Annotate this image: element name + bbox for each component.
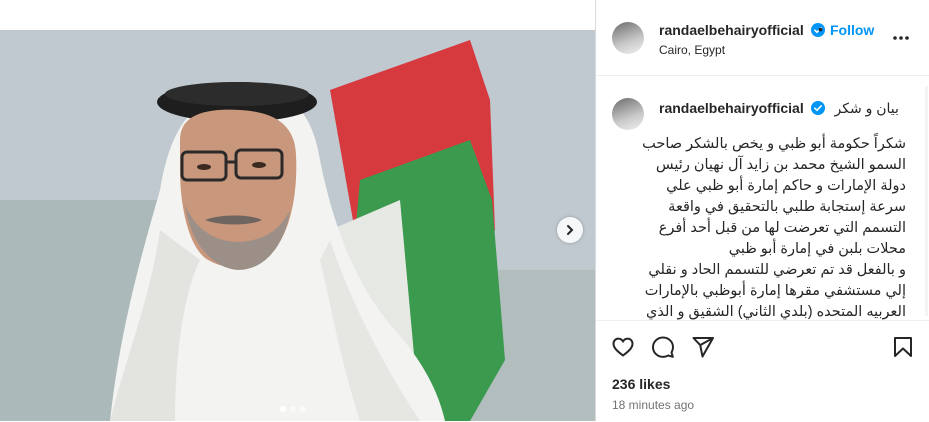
caption-text: شكراً حكومة أبو ظبي و يخص بالشكر صاحب ال… [642, 136, 906, 320]
more-horizontal-icon[interactable] [892, 29, 910, 47]
heart-icon[interactable] [611, 335, 635, 359]
post-header: randaelbehairyofficial • Follow Cairo, E… [596, 0, 929, 76]
avatar[interactable] [612, 98, 644, 130]
caption-username[interactable]: randaelbehairyofficial [659, 100, 804, 116]
post-actions: 236 likes 18 minutes ago [596, 320, 929, 422]
comment-icon[interactable] [651, 335, 675, 359]
like-count[interactable]: 236 likes [612, 376, 670, 392]
caption-title: بيان و شكر [834, 100, 899, 116]
caption-header: randaelbehairyofficial بيان و شكر [659, 100, 899, 117]
caption-area[interactable]: randaelbehairyofficial بيان و شكر شكراً … [596, 76, 929, 320]
location-link[interactable]: Cairo, Egypt [659, 43, 725, 57]
next-image-button[interactable] [557, 217, 583, 243]
avatar[interactable] [612, 22, 644, 54]
verified-badge-icon [810, 101, 825, 115]
chevron-right-icon [567, 225, 574, 235]
carousel-dots [280, 406, 306, 412]
username-link[interactable]: randaelbehairyofficial [659, 22, 825, 38]
post-side-panel: randaelbehairyofficial • Follow Cairo, E… [595, 0, 929, 421]
caption-scrollbar[interactable] [925, 86, 928, 316]
separator-dot: • [818, 21, 823, 37]
post-image[interactable] [0, 30, 595, 421]
follow-button[interactable]: Follow [830, 22, 874, 38]
paper-plane-icon[interactable] [691, 335, 715, 359]
username-text: randaelbehairyofficial [659, 22, 804, 38]
photo-illustration [0, 30, 595, 421]
post-timestamp[interactable]: 18 minutes ago [612, 398, 694, 412]
bookmark-icon[interactable] [891, 335, 915, 359]
carousel-dot [290, 406, 296, 412]
carousel-dot [280, 406, 286, 412]
carousel-dot [300, 406, 306, 412]
post-media [0, 0, 595, 421]
